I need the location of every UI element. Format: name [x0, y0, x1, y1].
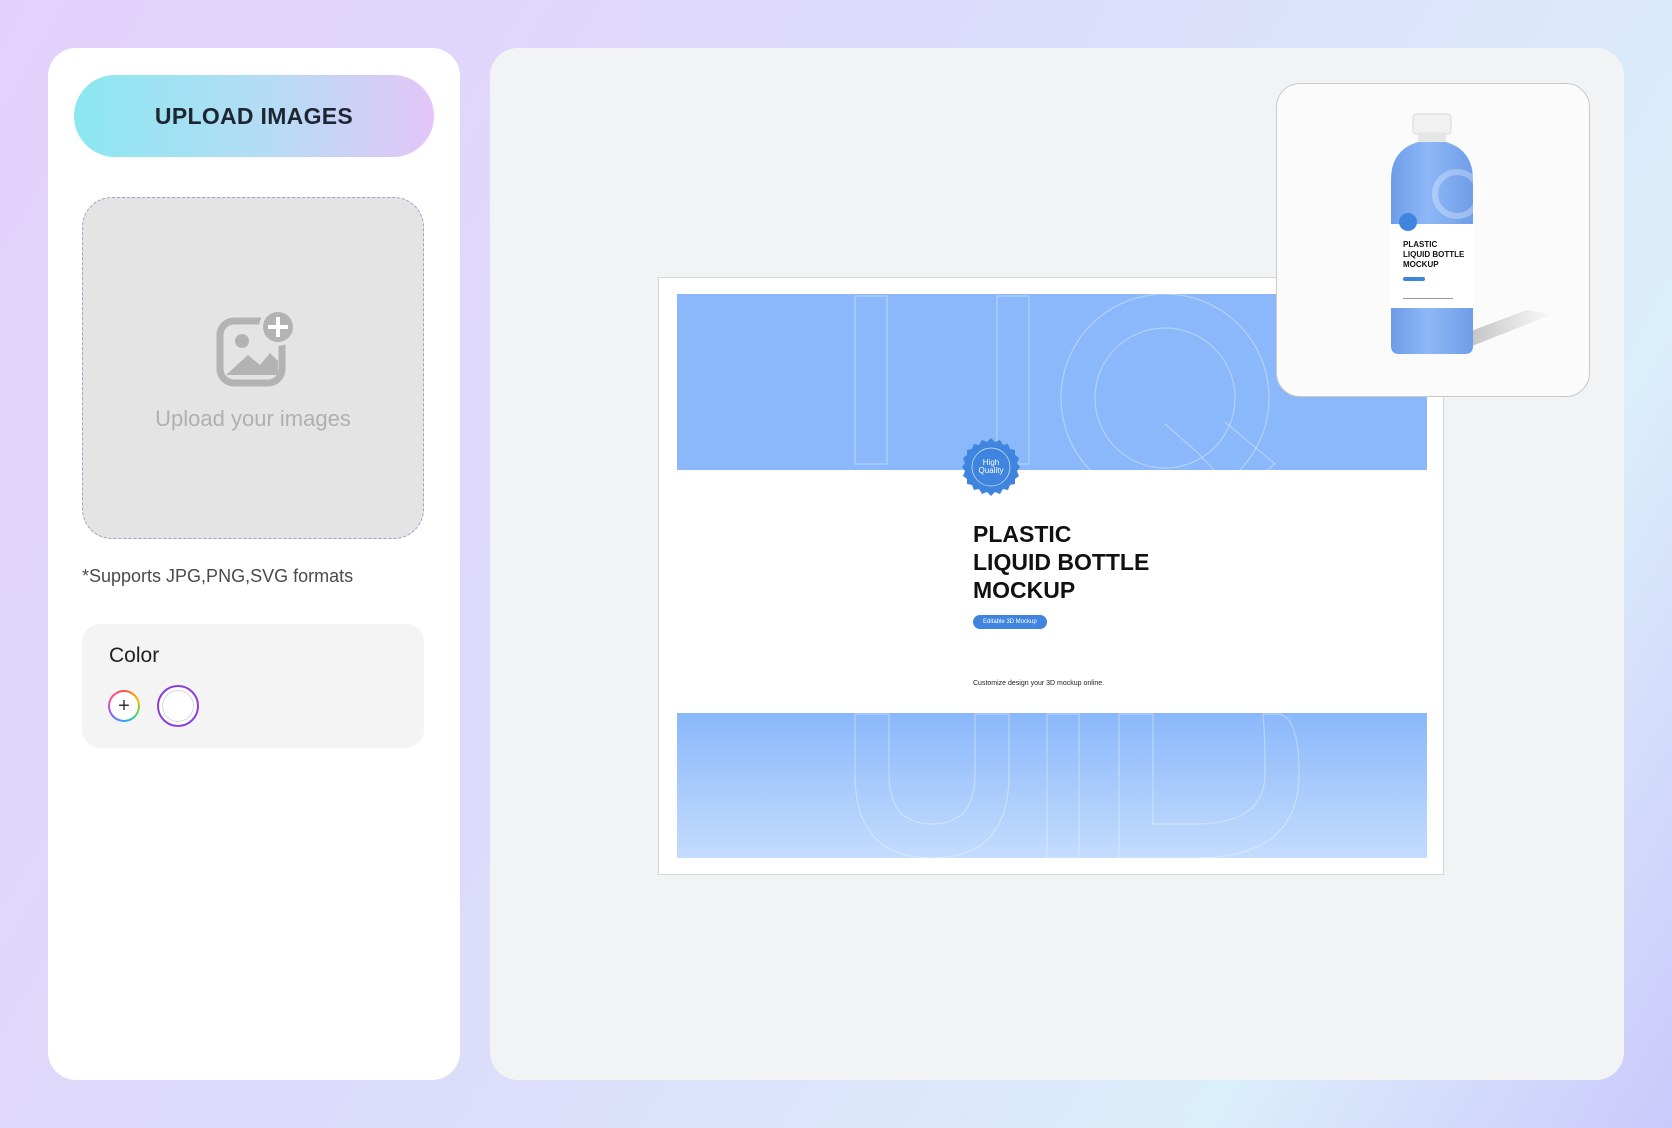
image-dropzone[interactable]: Upload your images [82, 197, 424, 539]
swatch-fill [162, 690, 194, 722]
label-caption: Customize design your 3D mockup online. [973, 680, 1105, 687]
quality-seal-icon: High Quality [962, 438, 1020, 496]
upload-images-button[interactable]: UPLOAD IMAGES [74, 75, 434, 157]
add-image-icon [216, 309, 296, 387]
svg-text:Quality: Quality [979, 466, 1004, 475]
dropzone-label: Upload your images [155, 406, 351, 431]
product-title: PLASTIC LIQUID BOTTLE MOCKUP [973, 520, 1149, 604]
left-sidebar: UPLOAD IMAGES Upload your images *Suppor… [48, 48, 460, 1080]
product-title-line: PLASTIC [973, 521, 1072, 547]
product-title-line: MOCKUP [973, 577, 1076, 603]
plus-icon: + [110, 692, 138, 720]
color-panel: Color + [82, 624, 424, 748]
add-color-button[interactable]: + [108, 690, 140, 722]
3d-preview-card[interactable]: PLASTIC LIQUID BOTTLE MOCKUP [1276, 83, 1590, 397]
product-title-line: LIQUID BOTTLE [973, 549, 1150, 575]
color-label: Color [109, 644, 160, 667]
color-swatch-white[interactable] [157, 685, 199, 727]
supported-formats-note: *Supports JPG,PNG,SVG formats [82, 566, 354, 586]
mockup-canvas: High Quality PLASTIC LIQUID BOTTLE MOCKU… [490, 48, 1624, 1080]
preview-product-title: PLASTIC LIQUID BOTTLE MOCKUP [1403, 240, 1465, 269]
editable-badge: Editable 3D Mockup [973, 615, 1047, 629]
